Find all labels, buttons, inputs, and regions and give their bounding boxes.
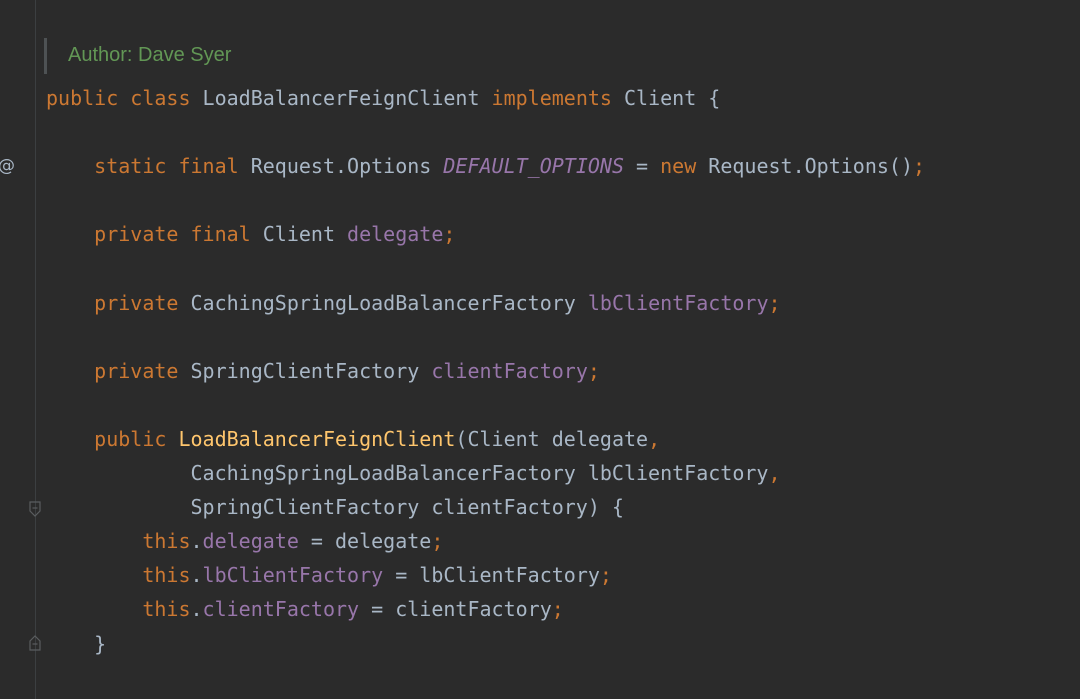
code-token: ; xyxy=(599,563,612,588)
code-line[interactable] xyxy=(46,320,925,354)
code-line[interactable]: } xyxy=(46,627,925,661)
code-token: lbClientFactory xyxy=(202,563,384,588)
code-token: static final xyxy=(94,154,239,179)
code-token: Request.Options() xyxy=(696,154,913,179)
code-line[interactable] xyxy=(46,183,925,217)
code-token: SpringClientFactory clientFactory) { xyxy=(46,495,624,520)
code-token: ; xyxy=(551,597,564,622)
code-line[interactable]: this.clientFactory = clientFactory; xyxy=(46,592,925,626)
code-token: } xyxy=(46,631,107,656)
code-token: this xyxy=(142,563,191,588)
code-token: clientFactory xyxy=(431,358,588,383)
code-token: this xyxy=(142,529,191,554)
code-line[interactable]: private CachingSpringLoadBalancerFactory… xyxy=(46,286,925,320)
code-line[interactable]: SpringClientFactory clientFactory) { xyxy=(46,490,925,524)
code-token: . xyxy=(190,597,203,622)
code-token: . xyxy=(190,563,203,588)
code-token: delegate xyxy=(347,222,444,247)
code-line[interactable] xyxy=(46,388,925,422)
code-token: ; xyxy=(913,154,926,179)
code-token: ; xyxy=(443,222,456,247)
code-line[interactable] xyxy=(46,251,925,285)
code-token: = xyxy=(624,154,661,179)
fold-end-icon[interactable] xyxy=(28,634,42,652)
code-editor[interactable]: public class LoadBalancerFeignClient imp… xyxy=(46,81,925,661)
code-token: private xyxy=(94,358,179,383)
code-token: DEFAULT_OPTIONS xyxy=(443,154,624,179)
code-token: new xyxy=(660,154,697,179)
code-token: = clientFactory xyxy=(359,597,552,622)
code-token: implements xyxy=(491,86,612,110)
code-token: Client xyxy=(250,222,348,247)
code-token: = delegate xyxy=(298,529,432,554)
code-token: ; xyxy=(431,529,444,554)
code-token: lbClientFactory xyxy=(587,290,769,315)
code-token: Client { xyxy=(611,86,721,110)
code-token: private final xyxy=(94,222,251,247)
code-line[interactable]: this.delegate = delegate; xyxy=(46,524,925,558)
code-token: , xyxy=(768,461,781,486)
code-token: LoadBalancerFeignClient xyxy=(178,426,456,451)
code-token: this xyxy=(142,597,191,622)
code-line[interactable]: private SpringClientFactory clientFactor… xyxy=(46,354,925,388)
editor-gutter: @ xyxy=(0,0,41,699)
code-line[interactable]: this.lbClientFactory = lbClientFactory; xyxy=(46,558,925,592)
code-token: . xyxy=(190,529,203,554)
gutter-separator xyxy=(35,0,36,699)
code-token: Request.Options xyxy=(238,154,444,179)
code-line[interactable]: public class LoadBalancerFeignClient imp… xyxy=(46,81,925,115)
code-token: clientFactory xyxy=(202,597,360,622)
code-line[interactable]: CachingSpringLoadBalancerFactory lbClien… xyxy=(46,456,925,490)
code-token: public class xyxy=(46,86,191,110)
code-token: = lbClientFactory xyxy=(383,563,600,588)
code-token: (Client delegate xyxy=(455,426,649,451)
code-token: SpringClientFactory xyxy=(178,358,432,383)
code-token: delegate xyxy=(202,529,299,554)
doc-comment-bar xyxy=(44,38,47,74)
override-marker-icon[interactable]: @ xyxy=(0,156,15,176)
code-line[interactable]: private final Client delegate; xyxy=(46,217,925,251)
code-token: , xyxy=(648,426,661,451)
code-token: CachingSpringLoadBalancerFactory xyxy=(178,290,588,315)
code-token: LoadBalancerFeignClient xyxy=(202,86,480,110)
code-token: CachingSpringLoadBalancerFactory lbClien… xyxy=(46,461,769,486)
code-token: ; xyxy=(587,358,600,383)
fold-start-icon[interactable] xyxy=(28,500,42,518)
code-line[interactable] xyxy=(46,115,925,149)
code-token: ; xyxy=(768,290,781,315)
code-token: public xyxy=(94,426,167,451)
code-token: private xyxy=(94,290,179,315)
code-line[interactable]: static final Request.Options DEFAULT_OPT… xyxy=(46,149,925,183)
code-line[interactable]: public LoadBalancerFeignClient(Client de… xyxy=(46,422,925,456)
doc-comment-author: Author: Dave Syer xyxy=(68,44,232,66)
